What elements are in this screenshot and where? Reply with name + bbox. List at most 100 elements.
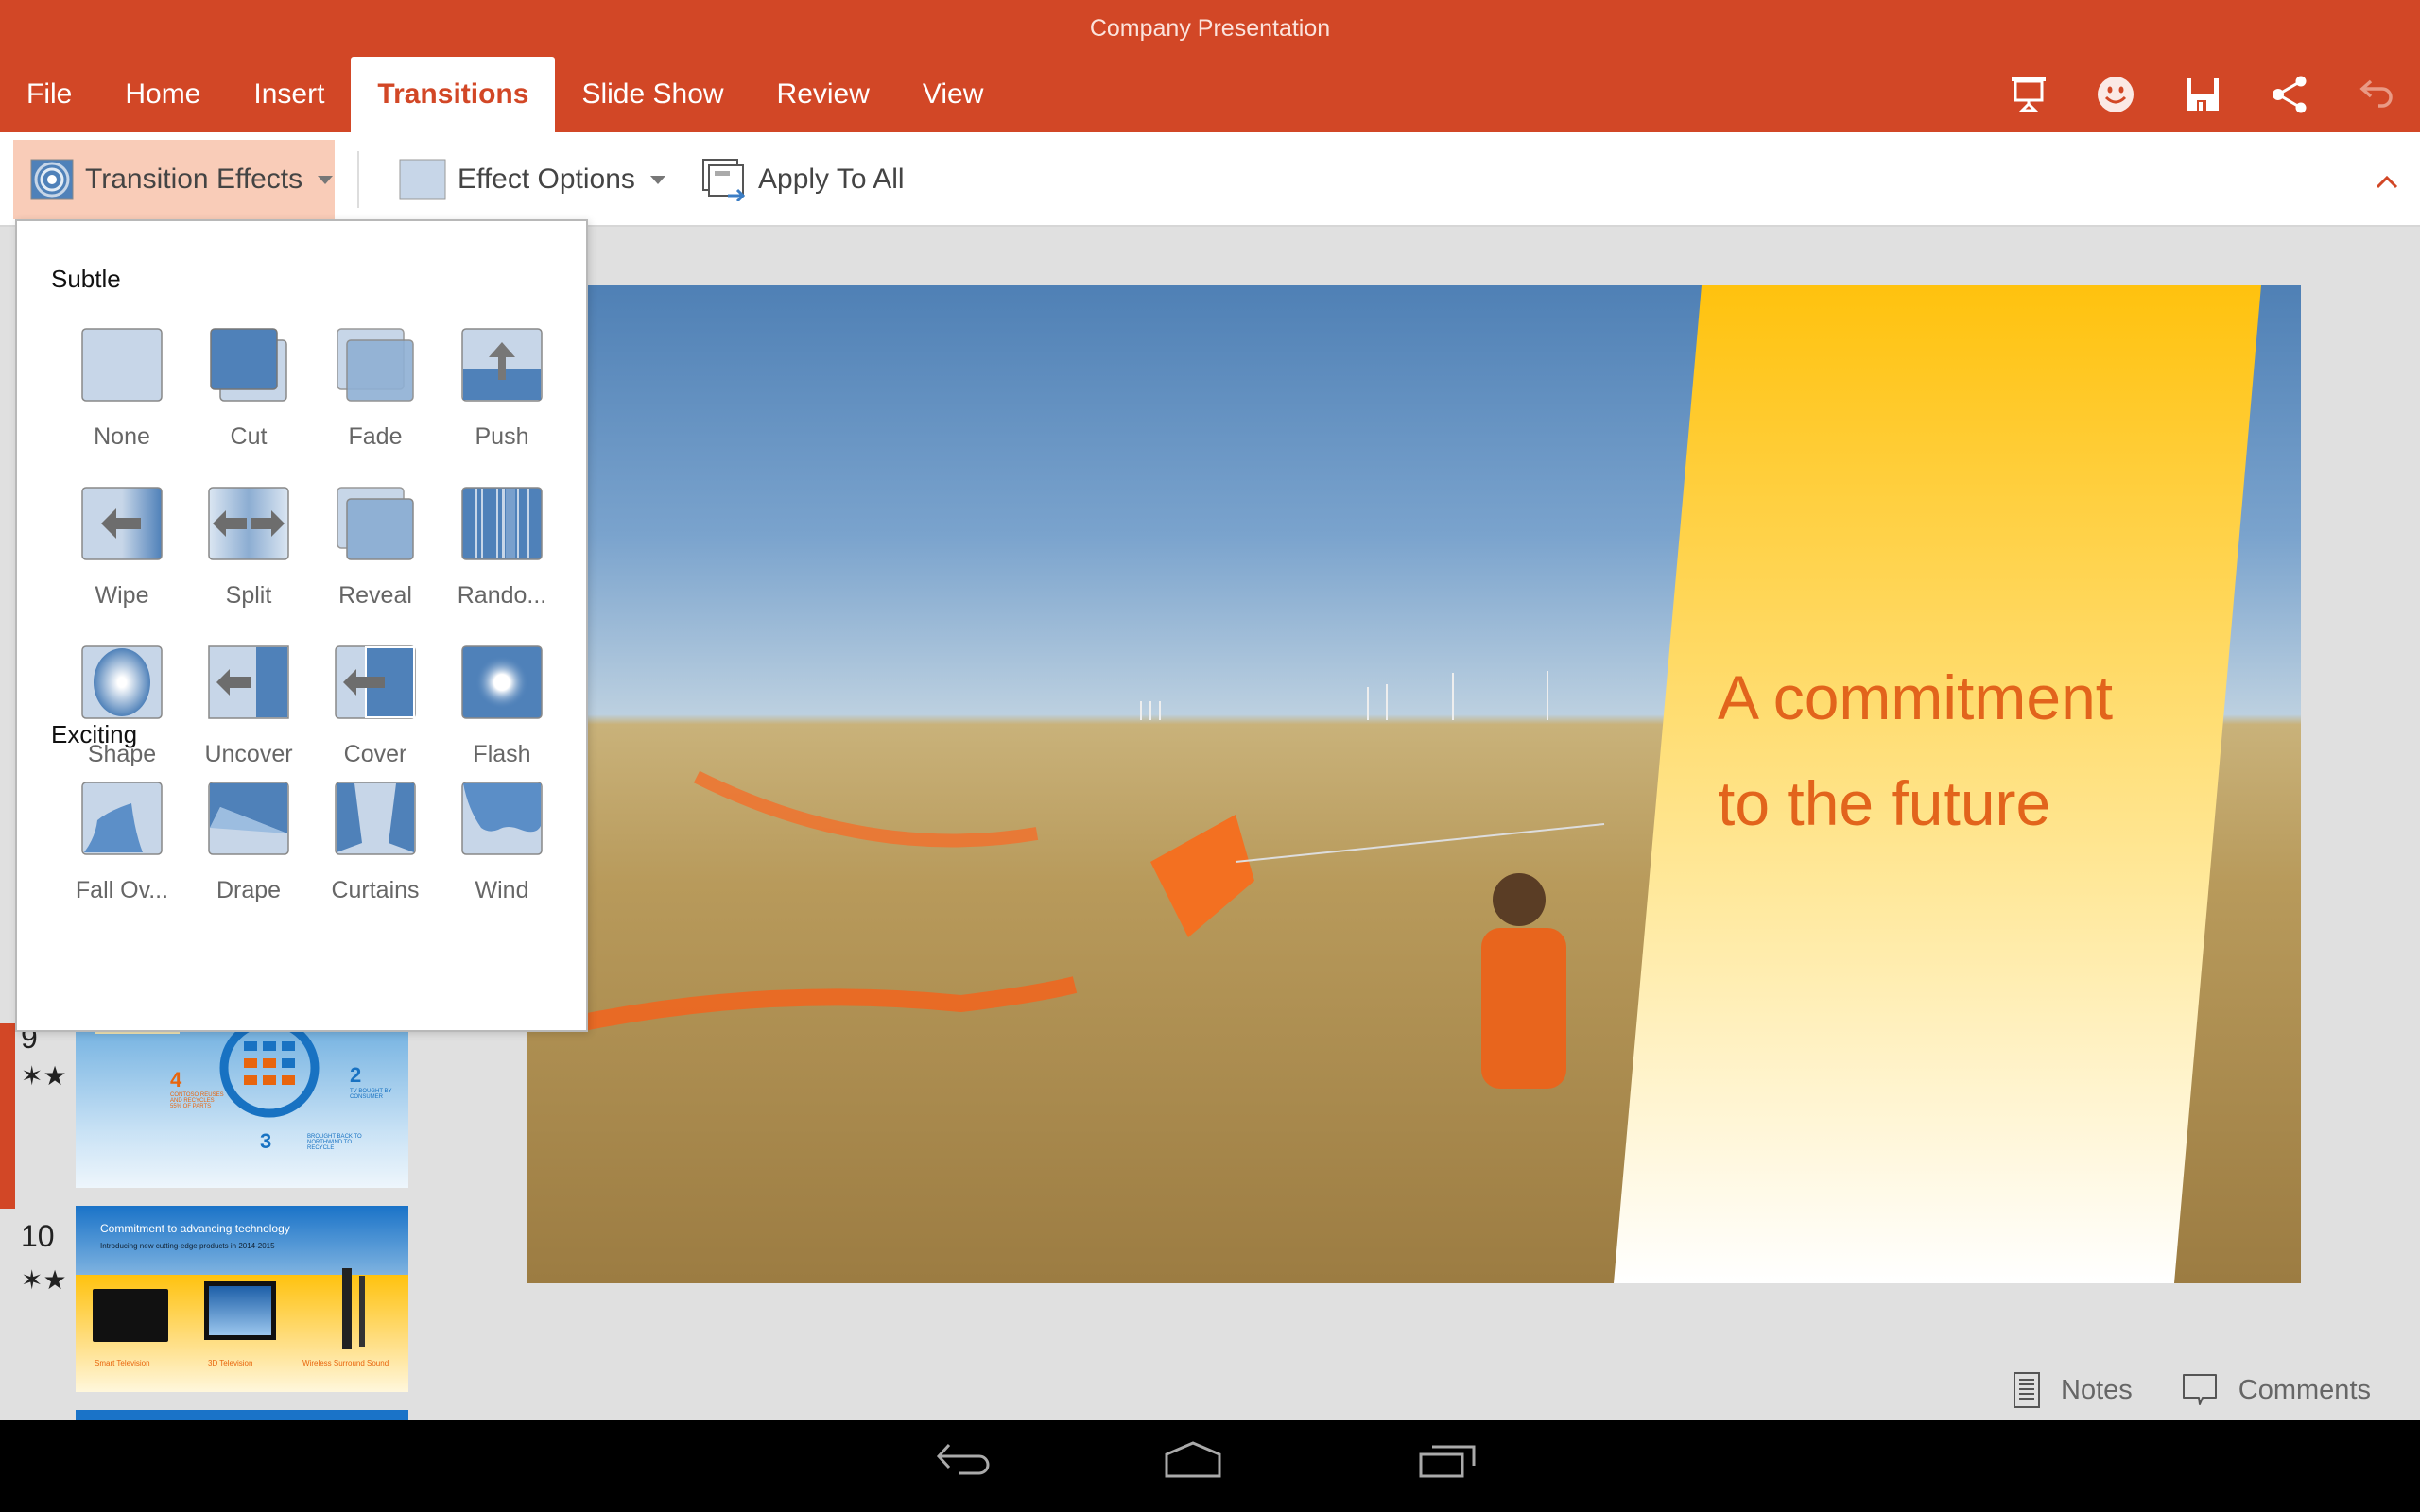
speaker-image (359, 1276, 365, 1347)
feedback-button[interactable] (2072, 57, 2159, 132)
document-title: Company Presentation (1089, 15, 1331, 42)
effect-options-button[interactable]: Effect Options (399, 140, 666, 219)
step-text: TV BOUGHT BY CONSUMER (350, 1089, 392, 1100)
effect-options-icon (399, 159, 446, 200)
undo-icon (2360, 79, 2393, 108)
drape-icon (208, 782, 289, 855)
present-icon (2012, 77, 2046, 112)
transition-reveal[interactable]: Reveal (312, 486, 439, 644)
section-title-subtle: Subtle (51, 265, 121, 293)
transition-uncover[interactable]: Uncover (185, 644, 312, 803)
transition-label: Drape (216, 877, 282, 903)
3d-tv-image (204, 1281, 276, 1340)
step-number: 3 (260, 1129, 272, 1153)
smiley-feedback-icon (2098, 77, 2134, 112)
transition-curtains[interactable]: Curtains (312, 781, 439, 939)
exciting-transitions-grid: Fall Ov... Drape Curtains Wind (59, 781, 565, 939)
wind-icon (461, 782, 543, 855)
transition-push[interactable]: Push (439, 327, 565, 486)
home-icon[interactable] (1163, 1441, 1223, 1479)
uncover-icon (208, 645, 289, 719)
android-navigation-bar (0, 1420, 2420, 1512)
collapse-ribbon-icon[interactable] (2375, 170, 2399, 195)
flash-icon (461, 645, 543, 719)
transition-effects-label: Transition Effects (85, 163, 303, 195)
ribbon-divider (357, 151, 359, 208)
back-icon[interactable] (936, 1441, 996, 1479)
split-icon (208, 487, 289, 560)
transition-star-icon: ✶★ (21, 1265, 67, 1295)
tab-view[interactable]: View (896, 57, 1010, 132)
ribbon-tabs: File Home Insert Transitions Slide Show … (0, 57, 1010, 132)
undo-button[interactable] (2333, 57, 2420, 132)
thumb-subtitle: Introducing new cutting-edge products in… (100, 1242, 275, 1250)
step-text: BROUGHT BACK TO NORTHWIND TO RECYCLE (307, 1134, 362, 1151)
transition-label: Push (475, 423, 529, 450)
slide-title-line-1: A commitment (1718, 662, 2114, 732)
step-number: 4 (170, 1068, 182, 1091)
present-button[interactable] (1985, 57, 2072, 132)
transition-label: Wipe (95, 582, 149, 609)
tab-transitions[interactable]: Transitions (351, 57, 556, 132)
transition-none[interactable]: None (59, 327, 185, 486)
transition-split[interactable]: Split (185, 486, 312, 644)
slide-thumbnail-10[interactable]: Commitment to advancing technology Intro… (76, 1206, 408, 1392)
tab-file[interactable]: File (0, 57, 98, 132)
transition-label: Cut (230, 423, 268, 450)
comments-label: Comments (2238, 1374, 2371, 1405)
tv-image (93, 1289, 168, 1342)
quick-access-toolbar (1985, 57, 2420, 132)
tab-home[interactable]: Home (98, 57, 227, 132)
speaker-image (342, 1268, 352, 1349)
transition-label: Curtains (331, 877, 420, 903)
transition-star-icon: ✶★ (21, 1061, 67, 1091)
transition-shape-icon (30, 159, 74, 200)
share-button[interactable] (2246, 57, 2333, 132)
save-button[interactable] (2159, 57, 2246, 132)
chevron-down-icon (649, 175, 666, 184)
transition-wind[interactable]: Wind (439, 781, 565, 939)
ribbon: Transition Effects Effect Options Apply … (0, 132, 2420, 227)
transition-fall-over[interactable]: Fall Ov... (59, 781, 185, 939)
transition-drape[interactable]: Drape (185, 781, 312, 939)
notes-label: Notes (2061, 1374, 2133, 1405)
selected-slide-indicator (0, 1023, 15, 1209)
transition-label: Wind (475, 877, 529, 903)
transition-label: Reveal (338, 582, 412, 609)
transition-effects-button[interactable]: Transition Effects (13, 140, 335, 219)
apply-to-all-label: Apply To All (758, 163, 905, 195)
transition-label: Uncover (204, 741, 293, 767)
chevron-down-icon (318, 175, 334, 184)
comments-button[interactable]: Comments (2182, 1373, 2371, 1407)
current-slide[interactable]: A commitment to the future (527, 285, 2301, 1283)
transition-flash[interactable]: Flash (439, 644, 565, 803)
save-icon (2187, 78, 2219, 111)
step-number: 2 (350, 1063, 362, 1087)
wipe-icon (81, 487, 163, 560)
recent-apps-icon[interactable] (1418, 1441, 1478, 1479)
step-text: CONTOSO REUSES AND RECYCLES 55% OF PARTS (170, 1092, 224, 1109)
tab-slide-show[interactable]: Slide Show (555, 57, 750, 132)
section-title-exciting: Exciting (51, 720, 138, 748)
title-bar: Company Presentation File Home Insert Tr… (0, 0, 2420, 132)
transition-fade[interactable]: Fade (312, 327, 439, 486)
share-icon (2273, 76, 2307, 113)
transition-label: Fade (348, 423, 403, 450)
none-icon (81, 328, 163, 402)
comments-icon (2182, 1374, 2217, 1405)
effect-options-label: Effect Options (458, 163, 635, 195)
tab-review[interactable]: Review (751, 57, 896, 132)
notes-button[interactable]: Notes (2014, 1372, 2133, 1408)
tab-insert[interactable]: Insert (227, 57, 351, 132)
transition-random-bars[interactable]: Rando... (439, 486, 565, 644)
cover-icon (335, 645, 416, 719)
transition-cut[interactable]: Cut (185, 327, 312, 486)
slide-title: A commitment to the future (1718, 644, 2113, 856)
apply-to-all-button[interactable]: Apply To All (701, 140, 905, 219)
cut-icon (210, 328, 287, 402)
transition-cover[interactable]: Cover (312, 644, 439, 803)
transition-wipe[interactable]: Wipe (59, 486, 185, 644)
push-icon (461, 328, 543, 402)
slide-thumbnail-11[interactable] (76, 1410, 408, 1420)
transition-label: Fall Ov... (75, 877, 169, 903)
